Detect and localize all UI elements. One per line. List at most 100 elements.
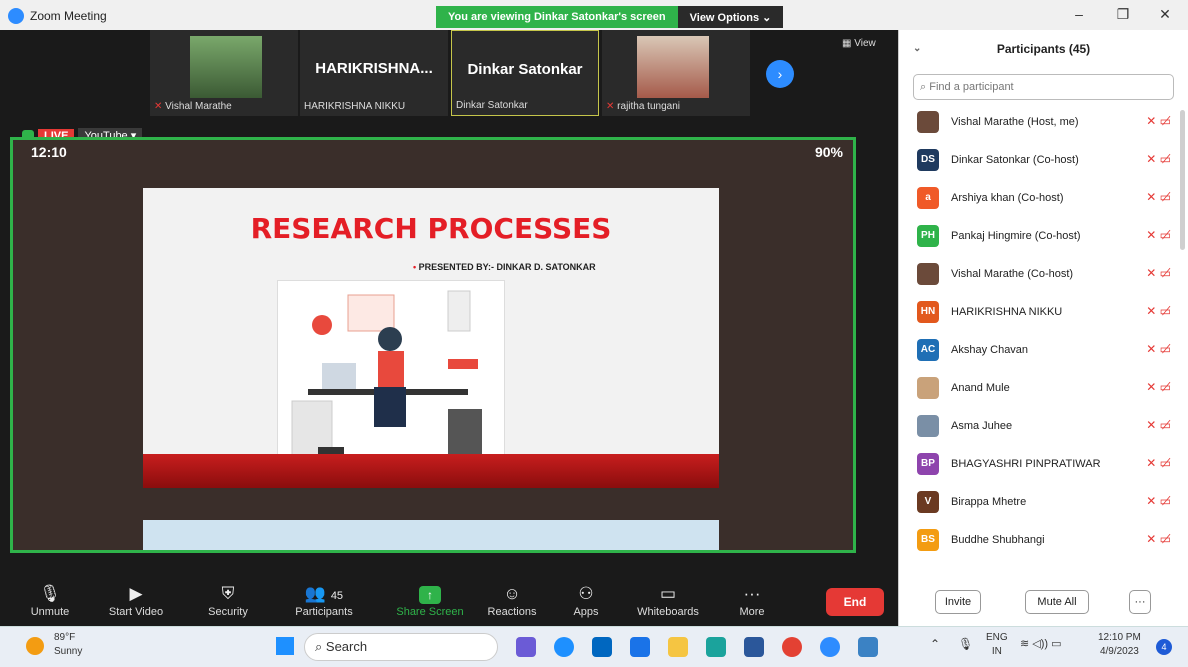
language-indicator[interactable]: ENG IN	[986, 631, 1008, 659]
chrome-icon[interactable]	[782, 637, 802, 657]
avatar	[917, 377, 939, 399]
word-icon[interactable]	[744, 637, 764, 657]
reactions-label: Reactions	[487, 606, 537, 618]
windows-start-icon[interactable]	[276, 637, 294, 655]
unmute-button[interactable]: 🎙 Unmute	[14, 582, 86, 618]
participant-row[interactable]: PH Pankaj Hingmire (Co-host) ✕ ▭̸	[899, 218, 1181, 256]
window-titlebar: Zoom Meeting You are viewing Dinkar Sato…	[0, 0, 1188, 30]
avatar	[917, 415, 939, 437]
chevron-down-icon[interactable]: ⌄	[913, 30, 921, 68]
view-options-label: View Options	[689, 12, 760, 24]
more-button[interactable]: ··· More	[716, 582, 788, 618]
video-thumbnail-active[interactable]: Dinkar Satonkar Dinkar Satonkar	[451, 30, 599, 116]
whiteboards-button[interactable]: ▭ Whiteboards	[632, 582, 704, 618]
weather-widget[interactable]: 89°F Sunny	[26, 631, 83, 659]
taskbar-search[interactable]: ⌕ Search	[304, 633, 498, 661]
end-meeting-button[interactable]: End	[826, 588, 884, 616]
participants-count: 45	[330, 590, 344, 602]
close-button[interactable]: ✕	[1150, 6, 1180, 23]
restore-button[interactable]: ❐	[1108, 6, 1138, 23]
participant-name: Akshay Chavan	[951, 344, 1029, 356]
participants-icon: 👥 45	[304, 584, 344, 603]
language-label: ENG	[986, 632, 1008, 643]
avatar: AC	[917, 339, 939, 361]
video-thumbnail[interactable]: ✕ Vishal Marathe	[150, 30, 298, 116]
zoom-logo-icon	[8, 8, 24, 24]
notification-badge[interactable]: 4	[1156, 639, 1172, 655]
invite-button[interactable]: Invite	[935, 590, 981, 614]
security-button[interactable]: ⛨ Security	[192, 582, 264, 618]
slide-red-band	[143, 454, 719, 488]
participant-row[interactable]: Anand Mule ✕ ▭̸	[899, 370, 1181, 408]
teams-icon[interactable]	[516, 637, 536, 657]
view-button[interactable]: ▦ View	[842, 38, 876, 49]
share-screen-label: Share Screen	[396, 606, 464, 618]
participant-video	[637, 36, 709, 98]
next-page-button[interactable]: ›	[766, 60, 794, 88]
thumbnail-big-name: HARIKRISHNA...	[315, 60, 433, 77]
apps-icon: ⚇	[578, 584, 594, 603]
avatar: V	[917, 491, 939, 513]
participant-row[interactable]: Vishal Marathe (Co-host) ✕ ▭̸	[899, 256, 1181, 294]
mic-video-status-icons: ✕ ▭̸	[1146, 418, 1171, 432]
participant-row[interactable]: V Birappa Mhetre ✕ ▭̸	[899, 484, 1181, 522]
store-icon[interactable]	[592, 637, 612, 657]
search-icon: ⌕	[920, 81, 927, 93]
participant-row[interactable]: BP BHAGYASHRI PINPRATIWAR ✕ ▭̸	[899, 446, 1181, 484]
participant-name: Vishal Marathe (Host, me)	[951, 116, 1079, 128]
whiteboard-icon: ▭	[659, 584, 677, 603]
participant-row[interactable]: BS Buddhe Shubhangi ✕ ▭̸	[899, 522, 1181, 560]
search-input[interactable]: ⌕ Find a participant	[913, 74, 1174, 100]
share-screen-button[interactable]: ↑ Share Screen	[394, 582, 466, 618]
meeting-toolbar: 🎙 Unmute ▶ Start Video ⛨ Security 👥 45 Parti…	[0, 580, 898, 626]
wifi-sound-battery-icons[interactable]: ≋ ◁)) ▭	[1020, 637, 1062, 651]
mail-icon[interactable]	[630, 637, 650, 657]
participant-row[interactable]: Vishal Marathe (Host, me) ✕ ▭̸	[899, 104, 1181, 142]
app-icon[interactable]	[706, 637, 726, 657]
app-title: Zoom Meeting	[30, 9, 107, 23]
mic-icon[interactable]: 🎙	[958, 637, 973, 651]
avatar	[917, 263, 939, 285]
video-thumbnail[interactable]: ✕ rajitha tungani	[602, 30, 750, 116]
start-video-button[interactable]: ▶ Start Video	[100, 582, 172, 618]
participants-scrollbar[interactable]	[1180, 110, 1185, 250]
zoom-icon[interactable]	[820, 637, 840, 657]
app-icon[interactable]	[858, 637, 878, 657]
video-thumbnail[interactable]: HARIKRISHNA... HARIKRISHNA NIKKU	[300, 30, 448, 116]
avatar: BP	[917, 453, 939, 475]
view-label: View	[854, 38, 876, 49]
weather-condition: Sunny	[54, 646, 83, 657]
view-options-button[interactable]: View Options ⌄	[677, 6, 784, 28]
mic-muted-icon: 🎙	[39, 584, 61, 603]
reactions-button[interactable]: ☺ Reactions	[476, 582, 548, 618]
participant-row[interactable]: DS Dinkar Satonkar (Co-host) ✕ ▭̸	[899, 142, 1181, 180]
participant-row[interactable]: AC Akshay Chavan ✕ ▭̸	[899, 332, 1181, 370]
participants-list: Vishal Marathe (Host, me) ✕ ▭̸ DS Dinkar Sa…	[899, 104, 1181, 560]
participants-button[interactable]: 👥 45 Participants	[288, 582, 360, 618]
apps-button[interactable]: ⚇ Apps	[550, 582, 622, 618]
viewing-banner: You are viewing Dinkar Satonkar's screen…	[436, 6, 784, 28]
region-label: IN	[991, 646, 1002, 657]
slide-subtitle-text: PRESENTED BY:- DINKAR D. SATONKAR	[418, 262, 596, 272]
search-icon: ⌕	[315, 639, 323, 654]
file-explorer-icon[interactable]	[668, 637, 688, 657]
participant-name: BHAGYASHRI PINPRATIWAR	[951, 458, 1101, 470]
participant-row[interactable]: Asma Juhee ✕ ▭̸	[899, 408, 1181, 446]
participant-row[interactable]: a Arshiya khan (Co-host) ✕ ▭̸	[899, 180, 1181, 218]
shield-icon: ⛨	[221, 584, 235, 603]
minimize-button[interactable]: –	[1064, 6, 1094, 22]
clock[interactable]: 12:10 PM 4/9/2023	[1098, 631, 1141, 659]
meeting-area: ✕ Vishal Marathe HARIKRISHNA... HARIKRIS…	[0, 30, 898, 580]
clock-time: 12:10 PM	[1098, 632, 1141, 643]
participant-video	[190, 36, 262, 98]
avatar: a	[917, 187, 939, 209]
thumbnail-caption: Dinkar Satonkar	[456, 100, 528, 111]
mute-all-button[interactable]: Mute All	[1025, 590, 1089, 614]
participants-label: Participants	[295, 606, 353, 618]
panel-more-button[interactable]: ···	[1129, 590, 1151, 614]
shared-screen: 12:10 90% RESEARCH PROCESSES • PRESENTED…	[10, 137, 856, 553]
edge-icon[interactable]	[554, 637, 574, 657]
participant-row[interactable]: HN HARIKRISHNA NIKKU ✕ ▭̸	[899, 294, 1181, 332]
panel-footer: Invite Mute All ···	[899, 580, 1188, 626]
chevron-up-icon[interactable]: ⌃	[930, 637, 940, 651]
